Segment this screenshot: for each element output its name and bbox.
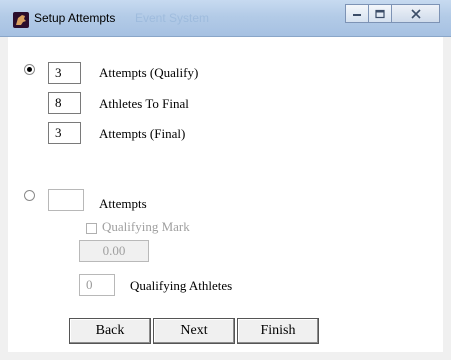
minimize-icon [353, 13, 361, 16]
next-button[interactable]: Next [153, 318, 235, 344]
qualify-final-radio[interactable] [24, 64, 35, 75]
attempts-final-label: Attempts (Final) [99, 126, 186, 141]
attempts-input[interactable] [48, 189, 84, 211]
maximize-button[interactable] [368, 4, 392, 23]
attempts-qualify-label: Attempts (Qualify) [99, 65, 199, 80]
horse-head-icon [13, 12, 29, 28]
attempts-qualify-input[interactable]: 3 [48, 62, 81, 84]
close-icon [410, 8, 421, 19]
qualifying-mark-input[interactable]: 0.00 [79, 240, 149, 262]
title-bar[interactable]: Setup Attempts Event System [0, 0, 451, 37]
straight-attempts-radio[interactable] [24, 190, 35, 201]
back-button[interactable]: Back [69, 318, 151, 344]
qualifying-athletes-label: Qualifying Athletes [130, 278, 233, 293]
window-title-ghost: Event System [135, 11, 210, 25]
athletes-to-final-label: Athletes To Final [99, 96, 189, 111]
attempts-label: Attempts [99, 196, 147, 211]
dialog-client-area: 3 Attempts (Qualify) 8 Athletes To Final… [8, 37, 443, 352]
minimize-button[interactable] [345, 4, 369, 23]
setup-attempts-window: Setup Attempts Event System 3 Attempts (… [0, 0, 451, 360]
close-button[interactable] [391, 4, 440, 23]
attempts-final-input[interactable]: 3 [48, 122, 81, 144]
qualifying-mark-checkbox[interactable] [86, 223, 97, 234]
finish-button[interactable]: Finish [237, 318, 319, 344]
window-title: Setup Attempts [34, 11, 116, 25]
athletes-to-final-input[interactable]: 8 [48, 92, 81, 114]
qualifying-mark-label: Qualifying Mark [102, 219, 190, 234]
caption-buttons [345, 4, 441, 25]
qualifying-athletes-input[interactable]: 0 [79, 274, 115, 296]
maximize-icon [375, 9, 385, 18]
